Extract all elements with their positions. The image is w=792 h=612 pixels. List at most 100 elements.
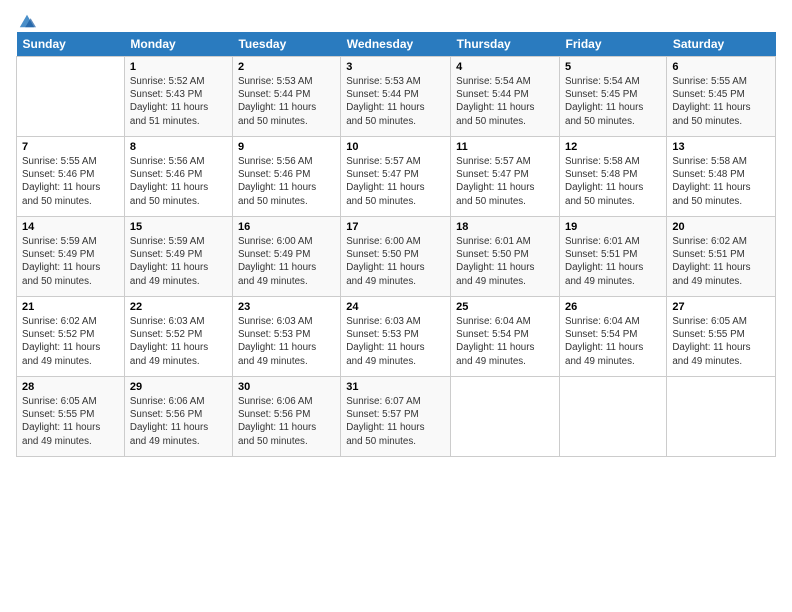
calendar-cell — [451, 377, 560, 457]
day-info: Sunrise: 6:02 AM Sunset: 5:51 PM Dayligh… — [672, 235, 770, 288]
day-number: 25 — [456, 301, 554, 313]
weekday-header-saturday: Saturday — [667, 32, 776, 57]
calendar-cell: 23 Sunrise: 6:03 AM Sunset: 5:53 PM Dayli… — [232, 297, 340, 377]
calendar-cell: 25 Sunrise: 6:04 AM Sunset: 5:54 PM Dayli… — [451, 297, 560, 377]
day-number: 16 — [238, 221, 335, 233]
calendar-table: SundayMondayTuesdayWednesdayThursdayFrid… — [16, 32, 776, 457]
day-number: 4 — [456, 61, 554, 73]
day-number: 24 — [346, 301, 445, 313]
day-info: Sunrise: 5:57 AM Sunset: 5:47 PM Dayligh… — [346, 155, 445, 208]
day-number: 26 — [565, 301, 661, 313]
day-info: Sunrise: 5:59 AM Sunset: 5:49 PM Dayligh… — [22, 235, 119, 288]
day-number: 27 — [672, 301, 770, 313]
day-info: Sunrise: 6:06 AM Sunset: 5:56 PM Dayligh… — [130, 395, 227, 448]
calendar-cell: 27 Sunrise: 6:05 AM Sunset: 5:55 PM Dayli… — [667, 297, 776, 377]
logo-icon — [18, 12, 36, 30]
day-info: Sunrise: 6:07 AM Sunset: 5:57 PM Dayligh… — [346, 395, 445, 448]
day-info: Sunrise: 5:58 AM Sunset: 5:48 PM Dayligh… — [672, 155, 770, 208]
calendar-cell: 7 Sunrise: 5:55 AM Sunset: 5:46 PM Daylig… — [17, 137, 125, 217]
day-info: Sunrise: 6:06 AM Sunset: 5:56 PM Dayligh… — [238, 395, 335, 448]
day-info: Sunrise: 6:03 AM Sunset: 5:53 PM Dayligh… — [238, 315, 335, 368]
day-info: Sunrise: 5:53 AM Sunset: 5:44 PM Dayligh… — [346, 75, 445, 128]
day-info: Sunrise: 5:57 AM Sunset: 5:47 PM Dayligh… — [456, 155, 554, 208]
day-number: 30 — [238, 381, 335, 393]
calendar-cell: 28 Sunrise: 6:05 AM Sunset: 5:55 PM Dayli… — [17, 377, 125, 457]
day-info: Sunrise: 5:56 AM Sunset: 5:46 PM Dayligh… — [238, 155, 335, 208]
day-number: 8 — [130, 141, 227, 153]
day-number: 11 — [456, 141, 554, 153]
day-info: Sunrise: 5:54 AM Sunset: 5:44 PM Dayligh… — [456, 75, 554, 128]
week-row-5: 28 Sunrise: 6:05 AM Sunset: 5:55 PM Dayli… — [17, 377, 776, 457]
day-info: Sunrise: 6:04 AM Sunset: 5:54 PM Dayligh… — [456, 315, 554, 368]
day-number: 1 — [130, 61, 227, 73]
day-info: Sunrise: 6:05 AM Sunset: 5:55 PM Dayligh… — [22, 395, 119, 448]
day-number: 28 — [22, 381, 119, 393]
calendar-cell: 6 Sunrise: 5:55 AM Sunset: 5:45 PM Daylig… — [667, 57, 776, 137]
calendar-cell — [667, 377, 776, 457]
day-number: 10 — [346, 141, 445, 153]
calendar-cell — [560, 377, 667, 457]
day-number: 31 — [346, 381, 445, 393]
calendar-cell: 8 Sunrise: 5:56 AM Sunset: 5:46 PM Daylig… — [124, 137, 232, 217]
calendar-cell: 30 Sunrise: 6:06 AM Sunset: 5:56 PM Dayli… — [232, 377, 340, 457]
day-info: Sunrise: 6:03 AM Sunset: 5:52 PM Dayligh… — [130, 315, 227, 368]
day-number: 7 — [22, 141, 119, 153]
calendar-cell: 13Sunrise: 5:58 AM Sunset: 5:48 PM Dayli… — [667, 137, 776, 217]
calendar-cell: 12 Sunrise: 5:58 AM Sunset: 5:48 PM Dayli… — [560, 137, 667, 217]
week-row-4: 21 Sunrise: 6:02 AM Sunset: 5:52 PM Dayli… — [17, 297, 776, 377]
day-number: 14 — [22, 221, 119, 233]
day-info: Sunrise: 5:59 AM Sunset: 5:49 PM Dayligh… — [130, 235, 227, 288]
day-number: 15 — [130, 221, 227, 233]
day-number: 12 — [565, 141, 661, 153]
day-number: 23 — [238, 301, 335, 313]
calendar-cell: 9Sunrise: 5:56 AM Sunset: 5:46 PM Daylig… — [232, 137, 340, 217]
calendar-cell: 21 Sunrise: 6:02 AM Sunset: 5:52 PM Dayli… — [17, 297, 125, 377]
calendar-cell: 20 Sunrise: 6:02 AM Sunset: 5:51 PM Dayli… — [667, 217, 776, 297]
day-number: 19 — [565, 221, 661, 233]
calendar-cell: 2Sunrise: 5:53 AM Sunset: 5:44 PM Daylig… — [232, 57, 340, 137]
calendar-cell: 4 Sunrise: 5:54 AM Sunset: 5:44 PM Daylig… — [451, 57, 560, 137]
day-number: 5 — [565, 61, 661, 73]
calendar-cell: 5 Sunrise: 5:54 AM Sunset: 5:45 PM Daylig… — [560, 57, 667, 137]
day-number: 20 — [672, 221, 770, 233]
day-info: Sunrise: 6:01 AM Sunset: 5:51 PM Dayligh… — [565, 235, 661, 288]
day-number: 3 — [346, 61, 445, 73]
day-info: Sunrise: 5:58 AM Sunset: 5:48 PM Dayligh… — [565, 155, 661, 208]
weekday-header-wednesday: Wednesday — [341, 32, 451, 57]
calendar-cell: 16 Sunrise: 6:00 AM Sunset: 5:49 PM Dayli… — [232, 217, 340, 297]
day-info: Sunrise: 5:54 AM Sunset: 5:45 PM Dayligh… — [565, 75, 661, 128]
day-info: Sunrise: 6:00 AM Sunset: 5:50 PM Dayligh… — [346, 235, 445, 288]
day-number: 6 — [672, 61, 770, 73]
day-info: Sunrise: 6:02 AM Sunset: 5:52 PM Dayligh… — [22, 315, 119, 368]
weekday-header-thursday: Thursday — [451, 32, 560, 57]
calendar-cell: 18 Sunrise: 6:01 AM Sunset: 5:50 PM Dayli… — [451, 217, 560, 297]
day-number: 29 — [130, 381, 227, 393]
page-container: SundayMondayTuesdayWednesdayThursdayFrid… — [0, 0, 792, 465]
day-info: Sunrise: 6:01 AM Sunset: 5:50 PM Dayligh… — [456, 235, 554, 288]
calendar-cell: 22Sunrise: 6:03 AM Sunset: 5:52 PM Dayli… — [124, 297, 232, 377]
day-number: 21 — [22, 301, 119, 313]
weekday-header-sunday: Sunday — [17, 32, 125, 57]
calendar-cell: 19 Sunrise: 6:01 AM Sunset: 5:51 PM Dayli… — [560, 217, 667, 297]
week-row-2: 7 Sunrise: 5:55 AM Sunset: 5:46 PM Daylig… — [17, 137, 776, 217]
day-number: 18 — [456, 221, 554, 233]
day-info: Sunrise: 6:03 AM Sunset: 5:53 PM Dayligh… — [346, 315, 445, 368]
day-info: Sunrise: 5:55 AM Sunset: 5:45 PM Dayligh… — [672, 75, 770, 128]
day-info: Sunrise: 6:04 AM Sunset: 5:54 PM Dayligh… — [565, 315, 661, 368]
day-info: Sunrise: 5:56 AM Sunset: 5:46 PM Dayligh… — [130, 155, 227, 208]
logo — [16, 12, 36, 26]
calendar-cell: 10 Sunrise: 5:57 AM Sunset: 5:47 PM Dayli… — [341, 137, 451, 217]
week-row-3: 14 Sunrise: 5:59 AM Sunset: 5:49 PM Dayli… — [17, 217, 776, 297]
day-info: Sunrise: 6:00 AM Sunset: 5:49 PM Dayligh… — [238, 235, 335, 288]
header-row — [16, 12, 776, 26]
calendar-cell: 1 Sunrise: 5:52 AM Sunset: 5:43 PM Daylig… — [124, 57, 232, 137]
calendar-cell: 29 Sunrise: 6:06 AM Sunset: 5:56 PM Dayli… — [124, 377, 232, 457]
weekday-header-row: SundayMondayTuesdayWednesdayThursdayFrid… — [17, 32, 776, 57]
day-info: Sunrise: 6:05 AM Sunset: 5:55 PM Dayligh… — [672, 315, 770, 368]
calendar-cell: 17Sunrise: 6:00 AM Sunset: 5:50 PM Dayli… — [341, 217, 451, 297]
day-info: Sunrise: 5:55 AM Sunset: 5:46 PM Dayligh… — [22, 155, 119, 208]
day-info: Sunrise: 5:52 AM Sunset: 5:43 PM Dayligh… — [130, 75, 227, 128]
weekday-header-friday: Friday — [560, 32, 667, 57]
weekday-header-monday: Monday — [124, 32, 232, 57]
calendar-cell: 24 Sunrise: 6:03 AM Sunset: 5:53 PM Dayli… — [341, 297, 451, 377]
